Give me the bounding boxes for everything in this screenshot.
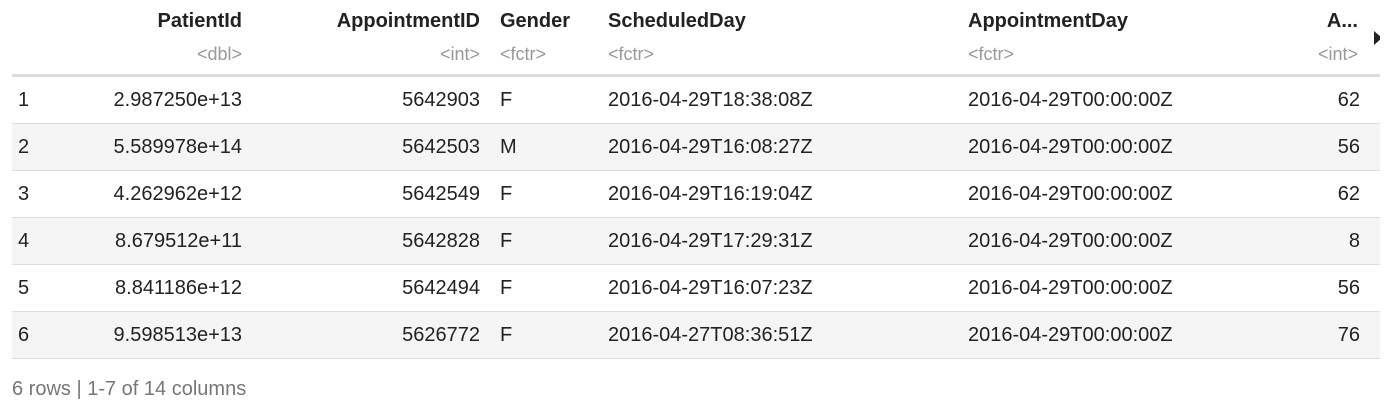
cell-age: 62 <box>1288 170 1380 218</box>
cell-appointmentday: 2016-04-29T00:00:00Z <box>958 311 1288 359</box>
table-row: 4 8.679512e+11 5642828 F 2016-04-29T17:29:31… <box>12 217 1380 265</box>
cell-age: 56 <box>1288 123 1380 171</box>
table-body: 1 2.987250e+13 5642903 F 2016-04-29T18:38:08… <box>12 75 1380 359</box>
row-index: 3 <box>12 170 74 218</box>
column-name: PatientId <box>157 10 242 32</box>
cell-appointmentday: 2016-04-29T00:00:00Z <box>958 264 1288 312</box>
cell-appointmentid: 5626772 <box>252 311 490 359</box>
cell-gender: M <box>490 123 598 171</box>
column-name: Gender <box>500 10 571 32</box>
table-row: 2 5.589978e+14 5642503 M 2016-04-29T16:08:27… <box>12 123 1380 171</box>
cell-gender: F <box>490 75 598 124</box>
column-name: AppointmentID <box>336 10 480 32</box>
data-table: PatientId <dbl> AppointmentID <int> Gend… <box>12 0 1380 359</box>
cell-age: 8 <box>1288 217 1380 265</box>
cell-appointmentid: 5642903 <box>252 75 490 124</box>
column-type: <fctr> <box>500 44 547 64</box>
table-summary: 6 rows | 1-7 of 14 columns <box>12 378 247 400</box>
age-header-wrap: A... <int> <box>1298 0 1380 64</box>
cell-patientid: 8.841186e+12 <box>74 264 252 312</box>
column-type: <int> <box>439 44 480 64</box>
header-row: PatientId <dbl> AppointmentID <int> Gend… <box>12 0 1380 77</box>
column-type: <fctr> <box>968 44 1015 64</box>
column-header-gender[interactable]: Gender <fctr> <box>490 0 598 77</box>
column-header-appointmentid[interactable]: AppointmentID <int> <box>252 0 490 77</box>
cell-age: 76 <box>1288 311 1380 359</box>
cell-gender: F <box>490 264 598 312</box>
row-index: 1 <box>12 75 74 124</box>
table-row: 1 2.987250e+13 5642903 F 2016-04-29T18:38:08… <box>12 75 1380 124</box>
row-index: 6 <box>12 311 74 359</box>
cell-appointmentid: 5642549 <box>252 170 490 218</box>
cell-scheduledday: 2016-04-29T18:38:08Z <box>598 75 958 124</box>
cell-gender: F <box>490 217 598 265</box>
column-header-appointmentday[interactable]: AppointmentDay <fctr> <box>958 0 1288 77</box>
cell-scheduledday: 2016-04-29T16:07:23Z <box>598 264 958 312</box>
cell-patientid: 9.598513e+13 <box>74 311 252 359</box>
cell-gender: F <box>490 170 598 218</box>
cell-scheduledday: 2016-04-29T17:29:31Z <box>598 217 958 265</box>
table-row: 5 8.841186e+12 5642494 F 2016-04-29T16:07:23… <box>12 264 1380 312</box>
cell-patientid: 2.987250e+13 <box>74 75 252 124</box>
table-row: 6 9.598513e+13 5626772 F 2016-04-27T08:36:51… <box>12 311 1380 359</box>
cell-appointmentday: 2016-04-29T00:00:00Z <box>958 75 1288 124</box>
cell-appointmentday: 2016-04-29T00:00:00Z <box>958 123 1288 171</box>
row-index: 5 <box>12 264 74 312</box>
cell-appointmentday: 2016-04-29T00:00:00Z <box>958 217 1288 265</box>
column-type: <int> <box>1317 44 1358 64</box>
table-row: 3 4.262962e+12 5642549 F 2016-04-29T16:19:04… <box>12 170 1380 218</box>
column-name: AppointmentDay <box>968 10 1128 32</box>
column-type: <dbl> <box>196 44 242 64</box>
column-header-age[interactable]: A... <int> <box>1288 0 1380 77</box>
column-name: A... <box>1326 10 1358 32</box>
cell-patientid: 8.679512e+11 <box>74 217 252 265</box>
column-header-patientid[interactable]: PatientId <dbl> <box>74 0 252 77</box>
cell-gender: F <box>490 311 598 359</box>
next-columns-icon[interactable] <box>1374 31 1380 45</box>
row-index: 4 <box>12 217 74 265</box>
table-header: PatientId <dbl> AppointmentID <int> Gend… <box>12 0 1380 77</box>
cell-age: 62 <box>1288 75 1380 124</box>
cell-scheduledday: 2016-04-29T16:19:04Z <box>598 170 958 218</box>
column-header-scheduledday[interactable]: ScheduledDay <fctr> <box>598 0 958 77</box>
cell-patientid: 5.589978e+14 <box>74 123 252 171</box>
cell-age: 56 <box>1288 264 1380 312</box>
cell-patientid: 4.262962e+12 <box>74 170 252 218</box>
cell-appointmentday: 2016-04-29T00:00:00Z <box>958 170 1288 218</box>
cell-appointmentid: 5642494 <box>252 264 490 312</box>
cell-appointmentid: 5642828 <box>252 217 490 265</box>
row-index-header <box>12 0 74 77</box>
cell-scheduledday: 2016-04-27T08:36:51Z <box>598 311 958 359</box>
data-frame-viewer: PatientId <dbl> AppointmentID <int> Gend… <box>12 0 1392 359</box>
column-name: ScheduledDay <box>608 10 746 32</box>
column-type: <fctr> <box>608 44 655 64</box>
cell-appointmentid: 5642503 <box>252 123 490 171</box>
row-index: 2 <box>12 123 74 171</box>
cell-scheduledday: 2016-04-29T16:08:27Z <box>598 123 958 171</box>
